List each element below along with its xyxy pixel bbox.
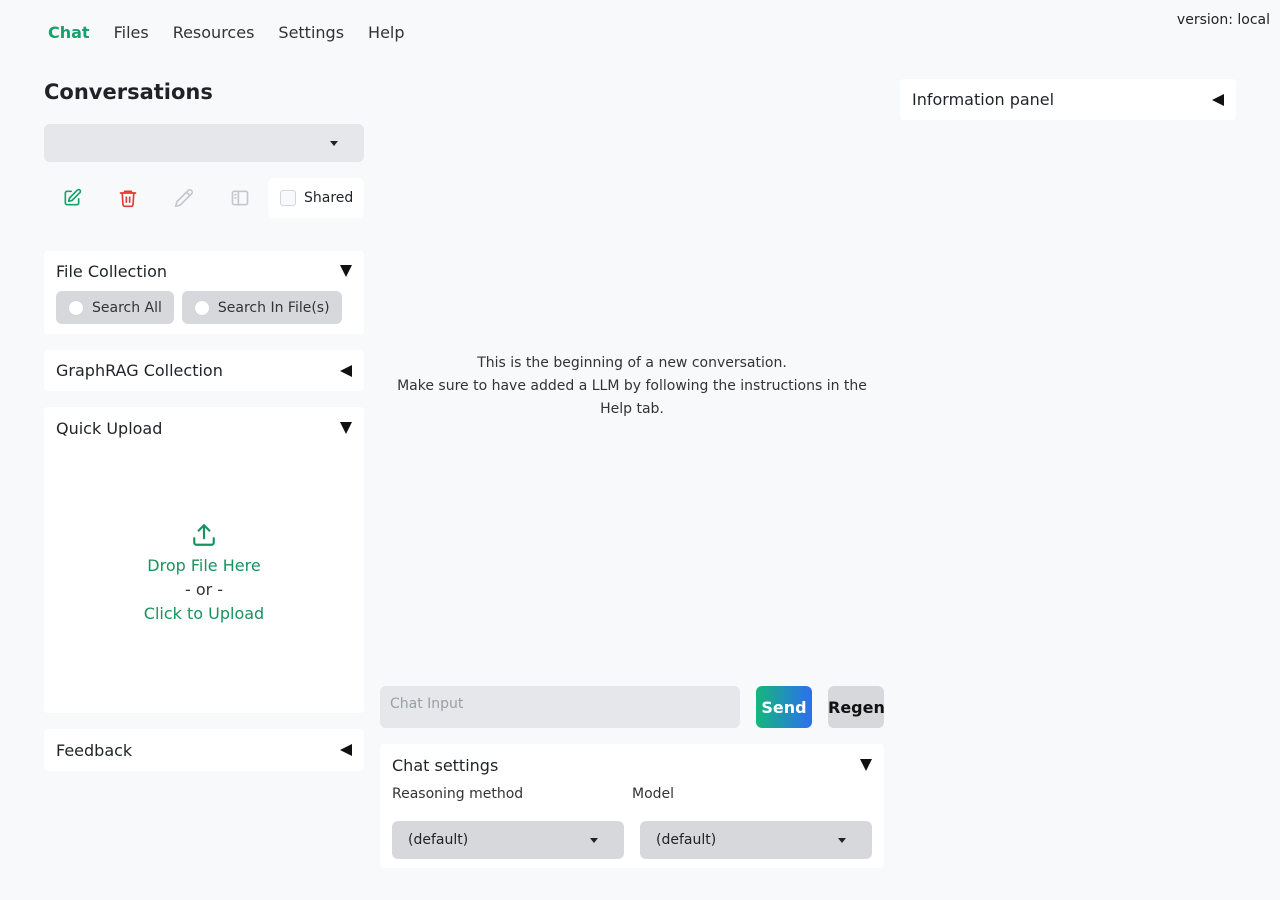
model-select[interactable]: (default) (640, 821, 872, 859)
rename-conversation-button[interactable] (156, 178, 212, 218)
shared-label: Shared (304, 190, 354, 206)
chat-settings-labels: Reasoning method Model (380, 786, 884, 802)
regen-button[interactable]: Regen (828, 686, 885, 728)
file-dropzone[interactable]: Drop File Here - or - Click to Upload (44, 449, 364, 713)
expand-icon (1212, 93, 1224, 106)
quick-upload-header[interactable]: Quick Upload (44, 407, 364, 449)
chevron-down-icon (838, 838, 846, 843)
or-text: - or - (184, 580, 224, 599)
file-collection-title: File Collection (56, 261, 167, 281)
chat-settings-panel: Chat settings Reasoning method Model (de… (380, 744, 884, 868)
feedback-title: Feedback (56, 740, 133, 760)
chat-settings-title: Chat settings (392, 755, 499, 775)
collapse-icon (340, 422, 352, 434)
tab-help[interactable]: Help (356, 22, 416, 44)
model-value: (default) (656, 832, 717, 848)
drop-file-text: Drop File Here (147, 556, 261, 575)
file-collection-options: Search All Search In File(s) (44, 291, 364, 334)
quick-upload-panel: Quick Upload Drop File Here - or - Click… (44, 407, 364, 713)
search-in-files-option[interactable]: Search In File(s) (181, 291, 342, 324)
chevron-down-icon (590, 838, 598, 843)
toggle-sidebar-button[interactable] (212, 178, 268, 218)
tab-resources[interactable]: Resources (161, 22, 267, 44)
graphrag-collection-panel: GraphRAG Collection (44, 350, 364, 391)
search-all-option[interactable]: Search All (56, 291, 174, 324)
new-conversation-button[interactable] (44, 178, 100, 218)
chevron-down-icon (330, 141, 338, 146)
reasoning-method-value: (default) (408, 832, 469, 848)
collapse-icon (340, 265, 352, 277)
message-line-1: This is the beginning of a new conversat… (477, 355, 787, 371)
upload-icon (193, 524, 215, 546)
feedback-panel: Feedback (44, 729, 364, 771)
delete-icon (119, 190, 137, 208)
information-panel-header[interactable]: Information panel (900, 79, 1236, 120)
graphrag-collection-title: GraphRAG Collection (56, 361, 223, 380)
reasoning-method-label: Reasoning method (392, 786, 524, 802)
chat-input-row: Send Regen (380, 686, 885, 728)
conversation-actions: Shared (44, 178, 364, 218)
rename-icon (174, 189, 193, 208)
shared-toggle[interactable]: Shared (268, 178, 364, 218)
delete-conversation-button[interactable] (100, 178, 156, 218)
radio-icon (193, 299, 210, 316)
conversation-select[interactable] (44, 124, 364, 162)
feedback-header[interactable]: Feedback (44, 729, 364, 771)
chat-settings-header[interactable]: Chat settings (380, 744, 884, 786)
chat-settings-selects: (default) (default) (380, 802, 884, 859)
conversations-title: Conversations (44, 80, 213, 104)
message-line-2: Make sure to have added a LLM by followi… (397, 378, 867, 417)
collapse-icon (860, 759, 872, 771)
tab-chat[interactable]: Chat (36, 22, 102, 44)
graphrag-collection-header[interactable]: GraphRAG Collection (44, 350, 364, 391)
top-nav: Chat Files Resources Settings Help (36, 22, 417, 44)
file-collection-header[interactable]: File Collection (44, 251, 364, 291)
information-panel-title: Information panel (912, 90, 1055, 109)
expand-icon (340, 364, 352, 377)
chat-empty-message: This is the beginning of a new conversat… (380, 352, 884, 421)
search-in-files-label: Search In File(s) (217, 299, 330, 316)
shared-checkbox[interactable] (280, 190, 296, 206)
quick-upload-title: Quick Upload (56, 418, 163, 438)
reasoning-method-select[interactable]: (default) (392, 821, 624, 859)
search-all-label: Search All (92, 299, 162, 316)
click-to-upload-text[interactable]: Click to Upload (144, 604, 264, 624)
tab-files[interactable]: Files (102, 22, 161, 44)
sidebar-toggle-icon (231, 190, 249, 206)
send-button[interactable]: Send (756, 686, 812, 728)
version-label: version: local (1176, 12, 1270, 28)
file-collection-panel: File Collection Search All Search In Fil… (44, 251, 364, 334)
model-label: Model (632, 786, 675, 802)
left-sidebar: Conversations Shared File Collection Sea… (44, 78, 364, 771)
tab-settings[interactable]: Settings (266, 22, 356, 44)
chat-input[interactable] (380, 686, 740, 728)
radio-icon (68, 299, 84, 316)
expand-icon (340, 744, 352, 756)
new-conversation-icon (64, 188, 82, 206)
